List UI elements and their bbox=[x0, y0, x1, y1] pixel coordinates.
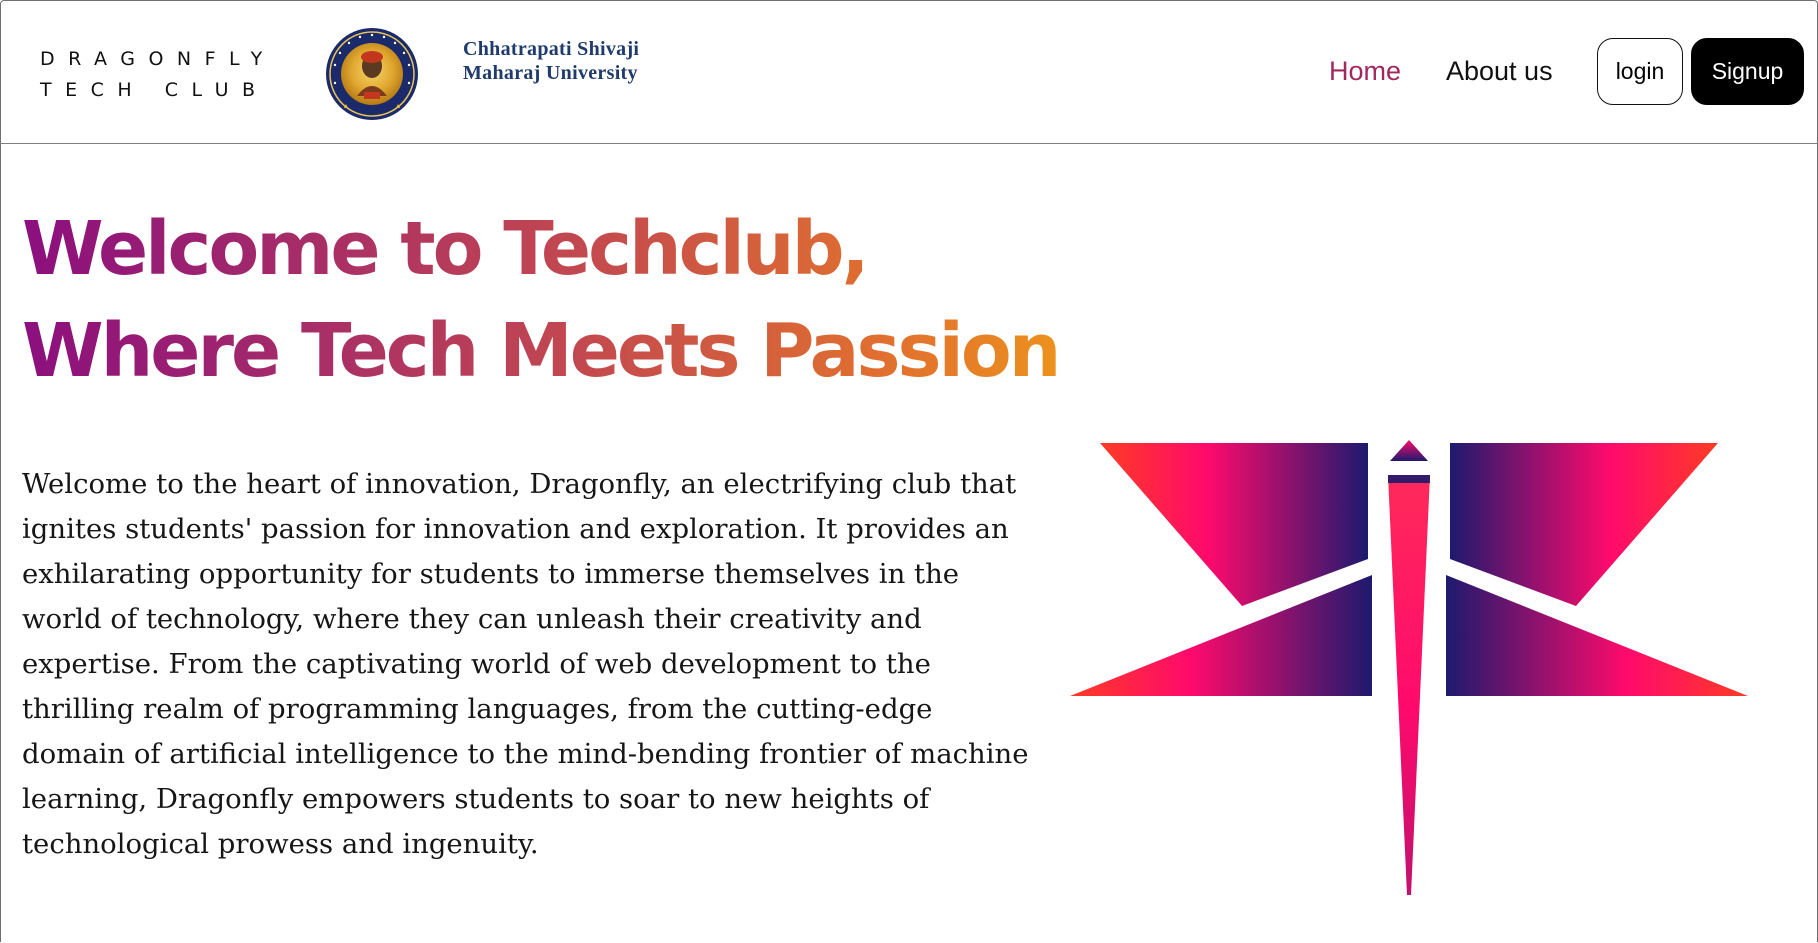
navbar: DRAGONFLY TECH CLUB Chhatrapati Shivaji … bbox=[0, 0, 1818, 144]
lower-left-wing bbox=[1070, 575, 1372, 696]
hero-title: Welcome to Techclub, Where Tech Meets Pa… bbox=[22, 198, 1058, 402]
brand-logo[interactable]: DRAGONFLY TECH CLUB bbox=[40, 44, 276, 106]
dragonfly-head bbox=[1390, 440, 1428, 461]
signup-button[interactable]: Signup bbox=[1691, 38, 1804, 105]
dragonfly-body bbox=[1388, 475, 1430, 895]
hero-title-line-1: Welcome to Techclub, bbox=[22, 206, 867, 292]
lower-right-wing bbox=[1446, 575, 1748, 696]
hero-description: Welcome to the heart of innovation, Drag… bbox=[22, 468, 1029, 860]
nav-link-about-us[interactable]: About us bbox=[1446, 55, 1553, 87]
hero-title-line-2: Where Tech Meets Passion bbox=[22, 308, 1059, 394]
university-name-line-2: Maharaj University bbox=[463, 62, 638, 84]
university-name: Chhatrapati Shivaji Maharaj University bbox=[463, 37, 639, 85]
dragonfly-icon bbox=[1070, 440, 1748, 895]
login-button[interactable]: login bbox=[1597, 38, 1683, 105]
brand-line-1: DRAGONFLY bbox=[40, 48, 276, 70]
upper-left-wing bbox=[1100, 443, 1368, 606]
university-name-line-1: Chhatrapati Shivaji bbox=[463, 38, 640, 60]
brand-line-2: TECH CLUB bbox=[40, 79, 269, 101]
nav-link-home[interactable]: Home bbox=[1329, 55, 1401, 87]
upper-right-wing bbox=[1450, 443, 1718, 606]
university-seal-icon bbox=[326, 28, 418, 120]
